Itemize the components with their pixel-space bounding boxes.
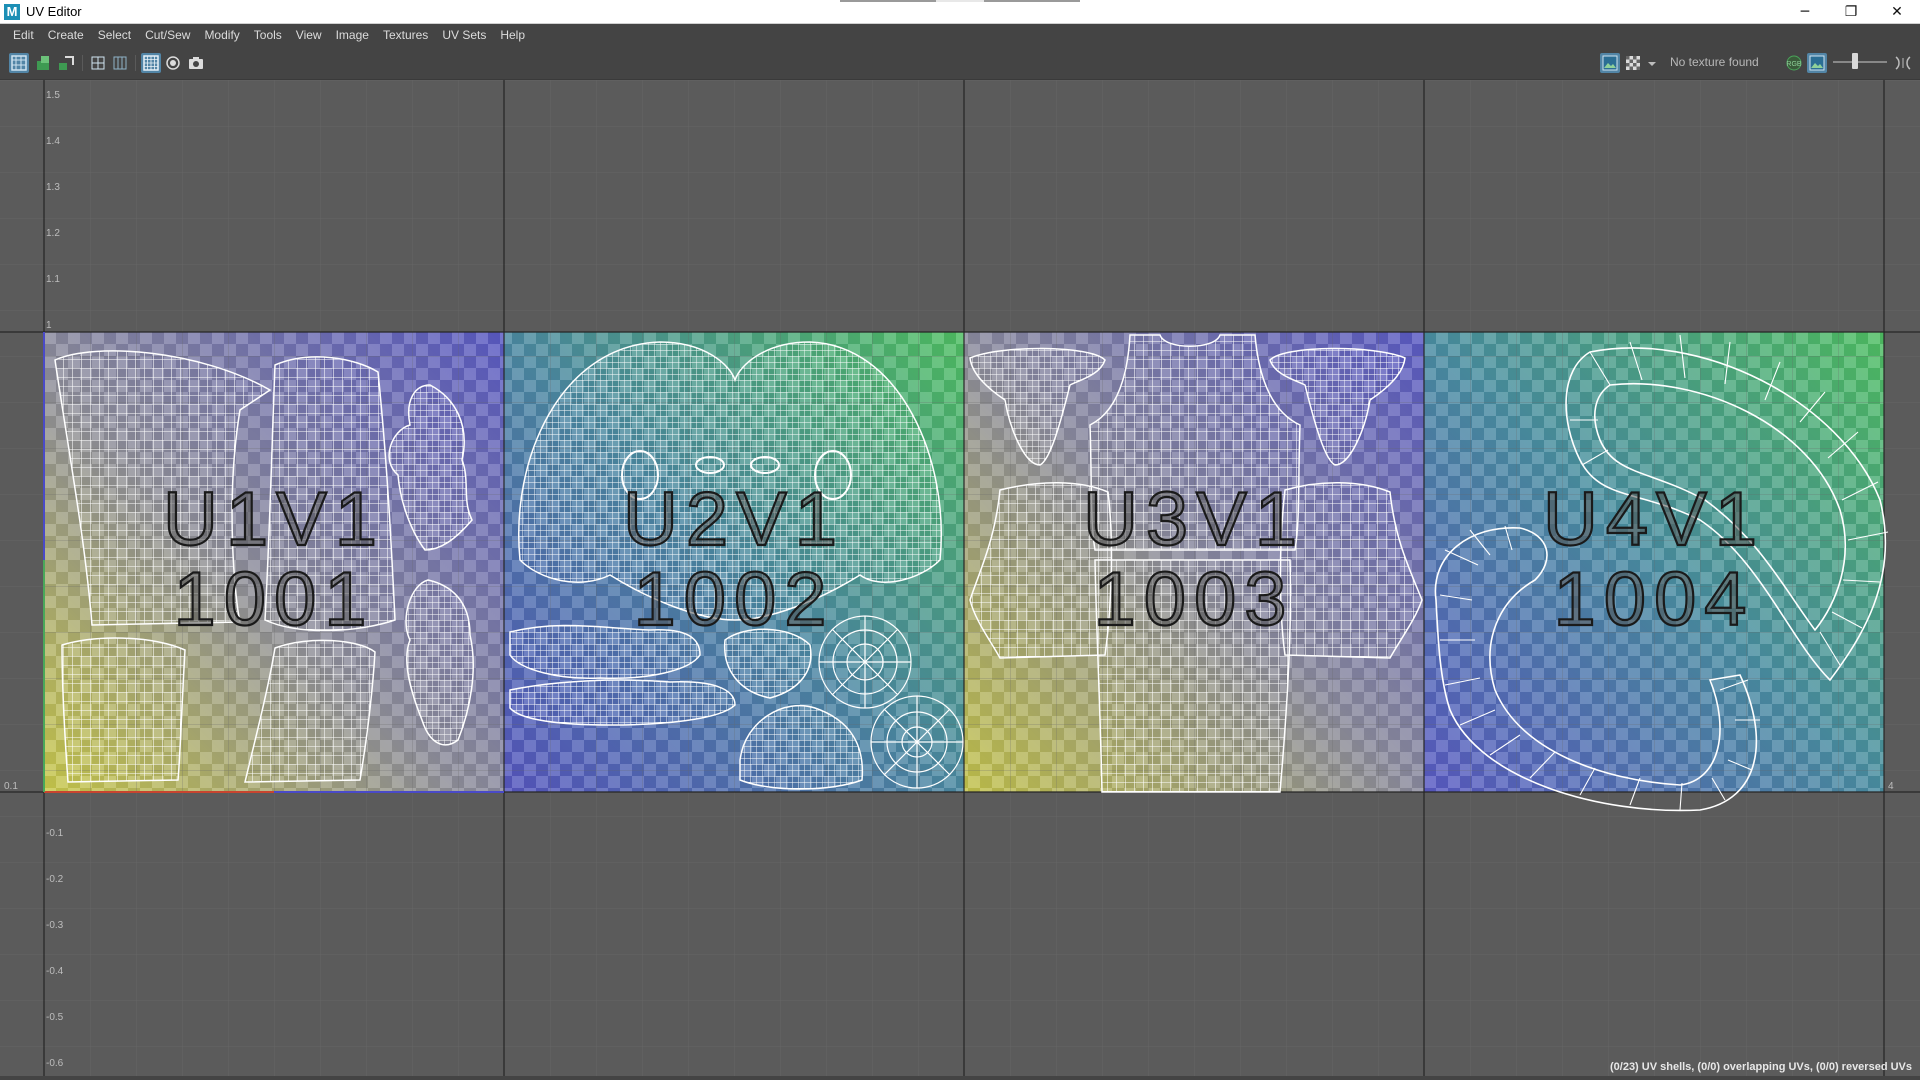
menu-image[interactable]: Image bbox=[329, 24, 376, 46]
v-tick-label: -0.5 bbox=[46, 1012, 64, 1023]
close-button[interactable]: ✕ bbox=[1874, 0, 1920, 24]
menu-uv-sets[interactable]: UV Sets bbox=[435, 24, 493, 46]
u-edge-label: 4 bbox=[1888, 781, 1894, 792]
grid-display-icon bbox=[143, 55, 159, 71]
subdivide-grid-button[interactable] bbox=[110, 53, 130, 73]
exposure-slider-handle[interactable] bbox=[1851, 53, 1858, 69]
texture-status: No texture found bbox=[1670, 55, 1759, 69]
checker-icon bbox=[1626, 56, 1640, 70]
udim-label-1002-uv: U2V1 bbox=[623, 477, 845, 562]
display-image-button[interactable] bbox=[1600, 53, 1620, 73]
display-image-icon bbox=[1602, 55, 1618, 71]
menu-modify[interactable]: Modify bbox=[197, 24, 246, 46]
udim-label-1003-id: 1003 bbox=[1093, 557, 1294, 642]
v-tick-label: -0.4 bbox=[46, 966, 64, 977]
menu-create[interactable]: Create bbox=[41, 24, 91, 46]
v-tick-label: 1.1 bbox=[46, 274, 60, 285]
menu-select[interactable]: Select bbox=[91, 24, 138, 46]
zero-tick-label: 0.1 bbox=[4, 781, 18, 792]
toolbar-separator bbox=[82, 55, 83, 71]
alpha-channel-icon bbox=[1809, 55, 1825, 71]
title-drag-handle[interactable] bbox=[840, 0, 1080, 2]
toolbar-separator bbox=[135, 55, 136, 71]
udim-label-1002-id: 1002 bbox=[633, 557, 834, 642]
menu-bar: Edit Create Select Cut/Sew Modify Tools … bbox=[0, 24, 1920, 46]
subdivide-grid-icon bbox=[113, 56, 127, 70]
shading-button[interactable] bbox=[163, 53, 183, 73]
grid-toggle-button[interactable] bbox=[88, 53, 108, 73]
udim-label-1001-uv: U1V1 bbox=[163, 477, 385, 562]
grid-display-button[interactable] bbox=[141, 53, 161, 73]
menu-help[interactable]: Help bbox=[493, 24, 532, 46]
exposure-slider[interactable] bbox=[1833, 61, 1887, 63]
uv-status-summary: (0/23) UV shells, (0/0) overlapping UVs,… bbox=[1609, 1061, 1912, 1073]
viewport-bottom-edge bbox=[0, 1076, 1920, 1080]
window-title: UV Editor bbox=[26, 4, 82, 19]
texel-density-icon bbox=[37, 56, 49, 70]
options-dropdown-icon bbox=[1648, 62, 1656, 66]
tool-bar: RGB bbox=[0, 46, 1920, 80]
uv-grid-button[interactable] bbox=[9, 53, 29, 73]
maya-app-icon: M bbox=[4, 3, 20, 20]
uv-grid-icon bbox=[11, 55, 27, 71]
snapshot-icon bbox=[189, 57, 203, 69]
v-tick-label: -0.2 bbox=[46, 874, 64, 885]
window-controls: ─ ❐ ✕ bbox=[1782, 0, 1920, 24]
menu-edit[interactable]: Edit bbox=[6, 24, 41, 46]
rgb-channel-button[interactable]: RGB bbox=[1784, 53, 1804, 73]
options-dropdown[interactable] bbox=[1646, 53, 1658, 73]
rgb-channel-icon: RGB bbox=[1786, 55, 1802, 71]
udim-label-1003-uv: U3V1 bbox=[1083, 477, 1305, 562]
title-bar: M UV Editor ─ ❐ ✕ bbox=[0, 0, 1920, 24]
v-tick-label: -0.3 bbox=[46, 920, 64, 931]
udim-label-1001-id: 1001 bbox=[173, 557, 374, 642]
shading-icon bbox=[166, 56, 180, 70]
snapshot-button[interactable] bbox=[186, 53, 206, 73]
v-tick-label: 1.2 bbox=[46, 228, 60, 239]
menu-tools[interactable]: Tools bbox=[247, 24, 289, 46]
rgb-label: RGB bbox=[1786, 61, 1802, 68]
gamma-icon bbox=[1895, 56, 1911, 70]
v-tick-label: 1.4 bbox=[46, 136, 60, 147]
udim-label-1004-uv: U4V1 bbox=[1543, 477, 1765, 562]
restore-button[interactable]: ❐ bbox=[1828, 0, 1874, 24]
menu-textures[interactable]: Textures bbox=[376, 24, 435, 46]
v-tick-label: -0.1 bbox=[46, 828, 64, 839]
map-uv-icon bbox=[59, 56, 74, 70]
grid-toggle-icon bbox=[91, 56, 105, 70]
v-tick-label: 1.5 bbox=[46, 90, 60, 101]
minimize-button[interactable]: ─ bbox=[1782, 0, 1828, 24]
uv-viewport[interactable]: U1V1 1001 U2V1 1002 U3V1 1003 U4V1 1004 … bbox=[0, 80, 1920, 1080]
map-uv-button[interactable] bbox=[56, 53, 76, 73]
v-tick-label: -0.6 bbox=[46, 1058, 64, 1069]
udim-label-1004-id: 1004 bbox=[1553, 557, 1754, 642]
menu-cut-sew[interactable]: Cut/Sew bbox=[138, 24, 197, 46]
checker-button[interactable] bbox=[1623, 53, 1643, 73]
gamma-button[interactable] bbox=[1892, 53, 1914, 73]
v-tick-label: 1.3 bbox=[46, 182, 60, 193]
uv-canvas[interactable]: U1V1 1001 U2V1 1002 U3V1 1003 U4V1 1004 … bbox=[0, 80, 1920, 1080]
alpha-channel-button[interactable] bbox=[1807, 53, 1827, 73]
texel-density-button[interactable] bbox=[33, 53, 53, 73]
menu-view[interactable]: View bbox=[289, 24, 329, 46]
v-tick-label: 1 bbox=[46, 320, 52, 331]
